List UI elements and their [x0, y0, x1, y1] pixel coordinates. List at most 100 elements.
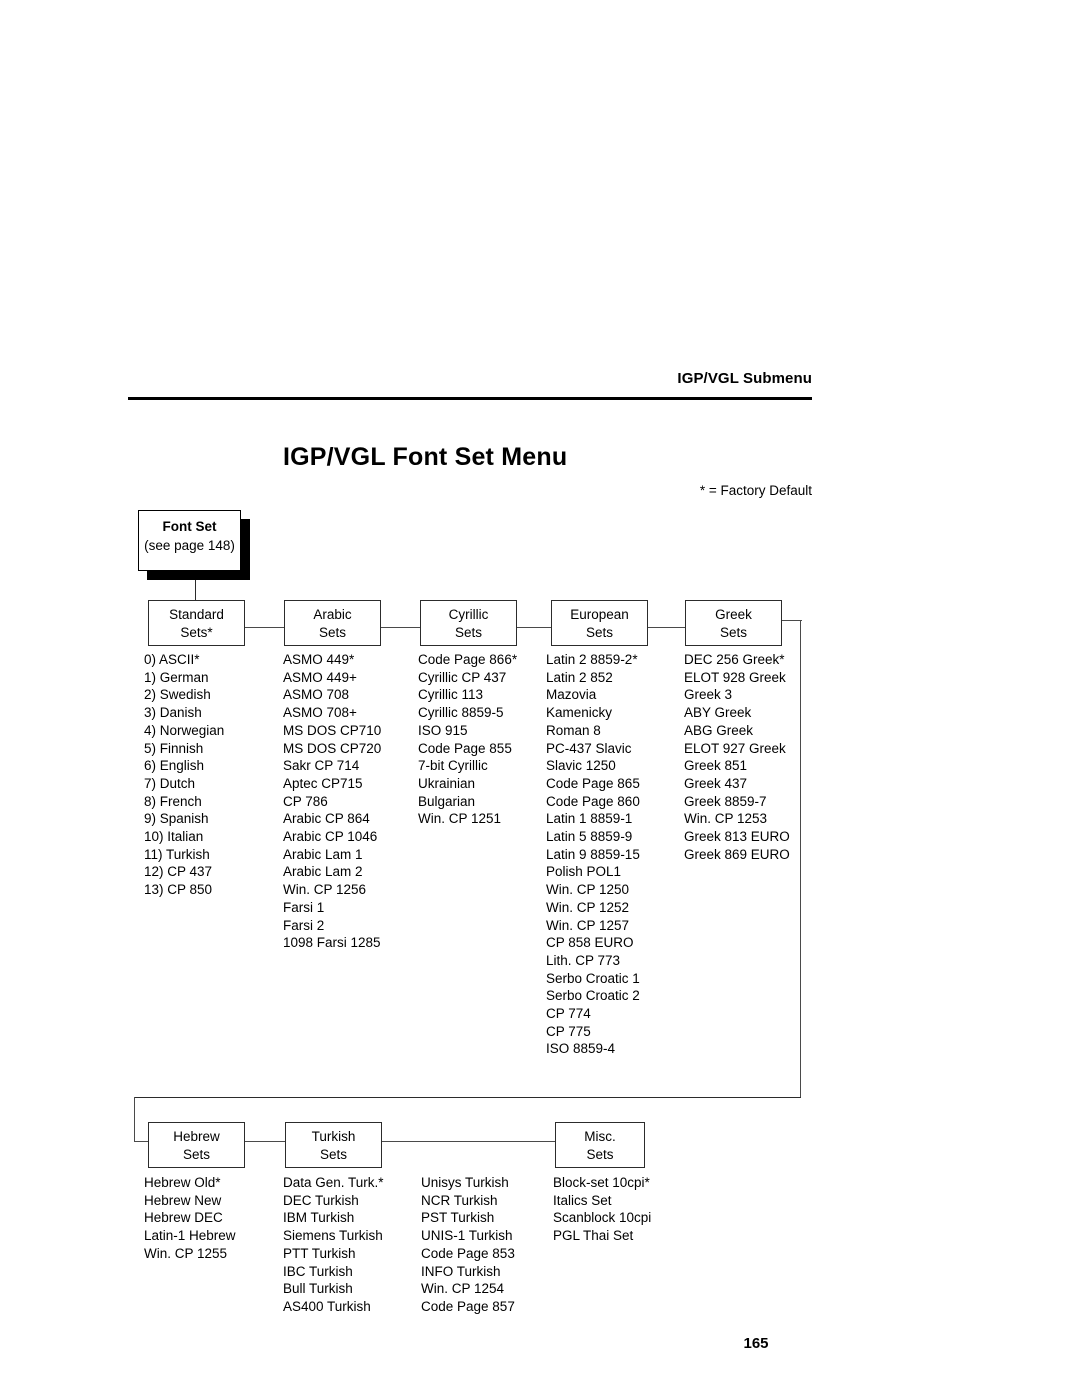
node-european-sets: European Sets [551, 600, 648, 646]
option-item: Greek 3 [684, 687, 733, 703]
node-turkish-sets-label-2: Sets [319, 1146, 347, 1162]
option-item: Scanblock 10cpi [553, 1210, 652, 1226]
option-item: 11) Turkish [144, 846, 210, 862]
connector-european-greek [648, 627, 686, 629]
option-item: 8) French [144, 793, 202, 809]
option-item: 5) Finnish [144, 740, 204, 756]
option-item: Win. CP 1254 [421, 1281, 505, 1297]
option-item: Bulgarian [418, 793, 476, 809]
option-item: Latin 9 8859-15 [546, 846, 640, 862]
page-number: 165 [743, 1335, 769, 1352]
option-item: ELOT 927 Greek [684, 740, 786, 756]
option-item: Arabic Lam 2 [283, 864, 363, 880]
option-item: 1) German [144, 669, 209, 685]
option-item: ASMO 708 [283, 687, 350, 703]
option-item: Win. CP 1255 [144, 1245, 228, 1261]
option-item: 3) Danish [144, 705, 202, 721]
option-item: IBM Turkish [283, 1210, 355, 1226]
header-rule [128, 397, 812, 400]
option-item: ABG Greek [684, 722, 754, 738]
option-item: 4) Norwegian [144, 722, 225, 738]
connector-wrap-top [782, 620, 802, 622]
option-item: Serbo Croatic 2 [546, 988, 640, 1004]
option-item: ASMO 449* [283, 652, 355, 667]
option-item: Arabic CP 1046 [283, 829, 378, 845]
node-arabic-sets: Arabic Sets [284, 600, 381, 646]
node-cyrillic-sets: Cyrillic Sets [420, 600, 517, 646]
running-header: IGP/VGL Submenu [677, 370, 812, 387]
page-title: IGP/VGL Font Set Menu [283, 443, 568, 471]
option-item: Latin 5 8859-9 [546, 829, 633, 845]
option-item: Win. CP 1252 [546, 899, 630, 915]
option-item: PTT Turkish [283, 1245, 356, 1261]
option-item: Serbo Croatic 1 [546, 970, 640, 986]
option-item: CP 775 [546, 1023, 591, 1039]
option-item: Aptec CP715 [283, 775, 363, 791]
connector-wrap-bottom [134, 1097, 801, 1099]
option-item: Win. CP 1257 [546, 917, 630, 933]
options-standard-sets: 0) ASCII* 1) German 2) Swedish 3) Danish 4) … [144, 651, 224, 899]
option-item: Win. CP 1256 [283, 882, 367, 898]
option-item: IBC Turkish [283, 1263, 353, 1279]
options-turkish-sets-column-2: Unisys Turkish NCR Turkish PST Turkish UNIS… [421, 1174, 515, 1316]
options-cyrillic-sets: Code Page 866* Cyrillic CP 437 Cyrillic 11… [418, 651, 517, 828]
option-item: Hebrew DEC [144, 1210, 223, 1226]
option-item: Kamenicky [546, 705, 613, 721]
node-turkish-sets: Turkish Sets [285, 1122, 382, 1168]
root-node-font-set: Font Set (see page 148) [138, 510, 241, 571]
node-misc-sets: Misc. Sets [555, 1122, 645, 1168]
connector-standard-arabic [245, 627, 285, 629]
option-item: Greek 869 EURO [684, 846, 790, 862]
node-greek-sets: Greek Sets [685, 600, 782, 646]
option-item: 13) CP 850 [144, 882, 213, 898]
option-item: PST Turkish [421, 1210, 495, 1226]
option-item: Win. CP 1250 [546, 882, 630, 898]
option-item: DEC Turkish [283, 1192, 359, 1208]
option-item: Ukrainian [418, 775, 476, 791]
option-item: Italics Set [553, 1192, 612, 1208]
option-item: Code Page 865 [546, 775, 640, 791]
connector-arabic-cyrillic [381, 627, 421, 629]
option-item: Greek 8859-7 [684, 793, 767, 809]
option-item: AS400 Turkish [283, 1298, 371, 1314]
option-item: Latin-1 Hebrew [144, 1228, 236, 1244]
option-item: Greek 813 EURO [684, 829, 790, 845]
node-hebrew-sets: Hebrew Sets [148, 1122, 245, 1168]
option-item: Arabic Lam 1 [283, 846, 363, 862]
option-item: Greek 437 [684, 775, 748, 791]
node-cyrillic-sets-label-2: Sets [454, 624, 482, 640]
option-item: 9) Spanish [144, 811, 209, 827]
node-arabic-sets-label-1: Arabic [313, 607, 352, 622]
node-european-sets-label-2: Sets [585, 624, 613, 640]
connector-turkish-misc [382, 1141, 555, 1143]
option-item: Latin 2 852 [546, 669, 613, 685]
option-item: Roman 8 [546, 722, 601, 738]
option-item: ISO 915 [418, 722, 468, 738]
option-item: Arabic CP 864 [283, 811, 370, 827]
option-item: Greek 851 [684, 758, 748, 774]
options-misc-sets: Block-set 10cpi* Italics Set Scanblock 10c… [553, 1174, 651, 1245]
option-item: MS DOS CP710 [283, 722, 382, 738]
node-turkish-sets-label-1: Turkish [311, 1129, 356, 1144]
option-item: CP 774 [546, 1006, 591, 1022]
connector-wrap-right [800, 620, 802, 1098]
option-item: Code Page 855 [418, 740, 512, 756]
connector-cyrillic-european [517, 627, 552, 629]
option-item: Farsi 2 [283, 917, 325, 933]
options-hebrew-sets: Hebrew Old* Hebrew New Hebrew DEC Latin-1 H… [144, 1174, 236, 1263]
node-hebrew-sets-label-1: Hebrew [173, 1129, 220, 1144]
connector-hebrew-turkish [245, 1141, 286, 1143]
node-hebrew-sets-label-2: Sets [182, 1146, 210, 1162]
option-item: Bull Turkish [283, 1281, 353, 1297]
option-item: ASMO 449+ [283, 669, 357, 685]
options-arabic-sets: ASMO 449* ASMO 449+ ASMO 708 ASMO 708+ MS DO… [283, 651, 381, 952]
option-item: Farsi 1 [283, 899, 325, 915]
node-european-sets-label-1: European [570, 607, 629, 622]
option-item: Cyrillic 113 [418, 687, 484, 703]
node-greek-sets-label-1: Greek [715, 607, 752, 622]
option-item: Code Page 853 [421, 1245, 515, 1261]
option-item: NCR Turkish [421, 1192, 498, 1208]
option-item: PC-437 Slavic [546, 740, 632, 756]
option-item: DEC 256 Greek* [684, 652, 785, 667]
options-european-sets: Latin 2 8859-2* Latin 2 852 Mazovia Kamenic… [546, 651, 640, 1058]
